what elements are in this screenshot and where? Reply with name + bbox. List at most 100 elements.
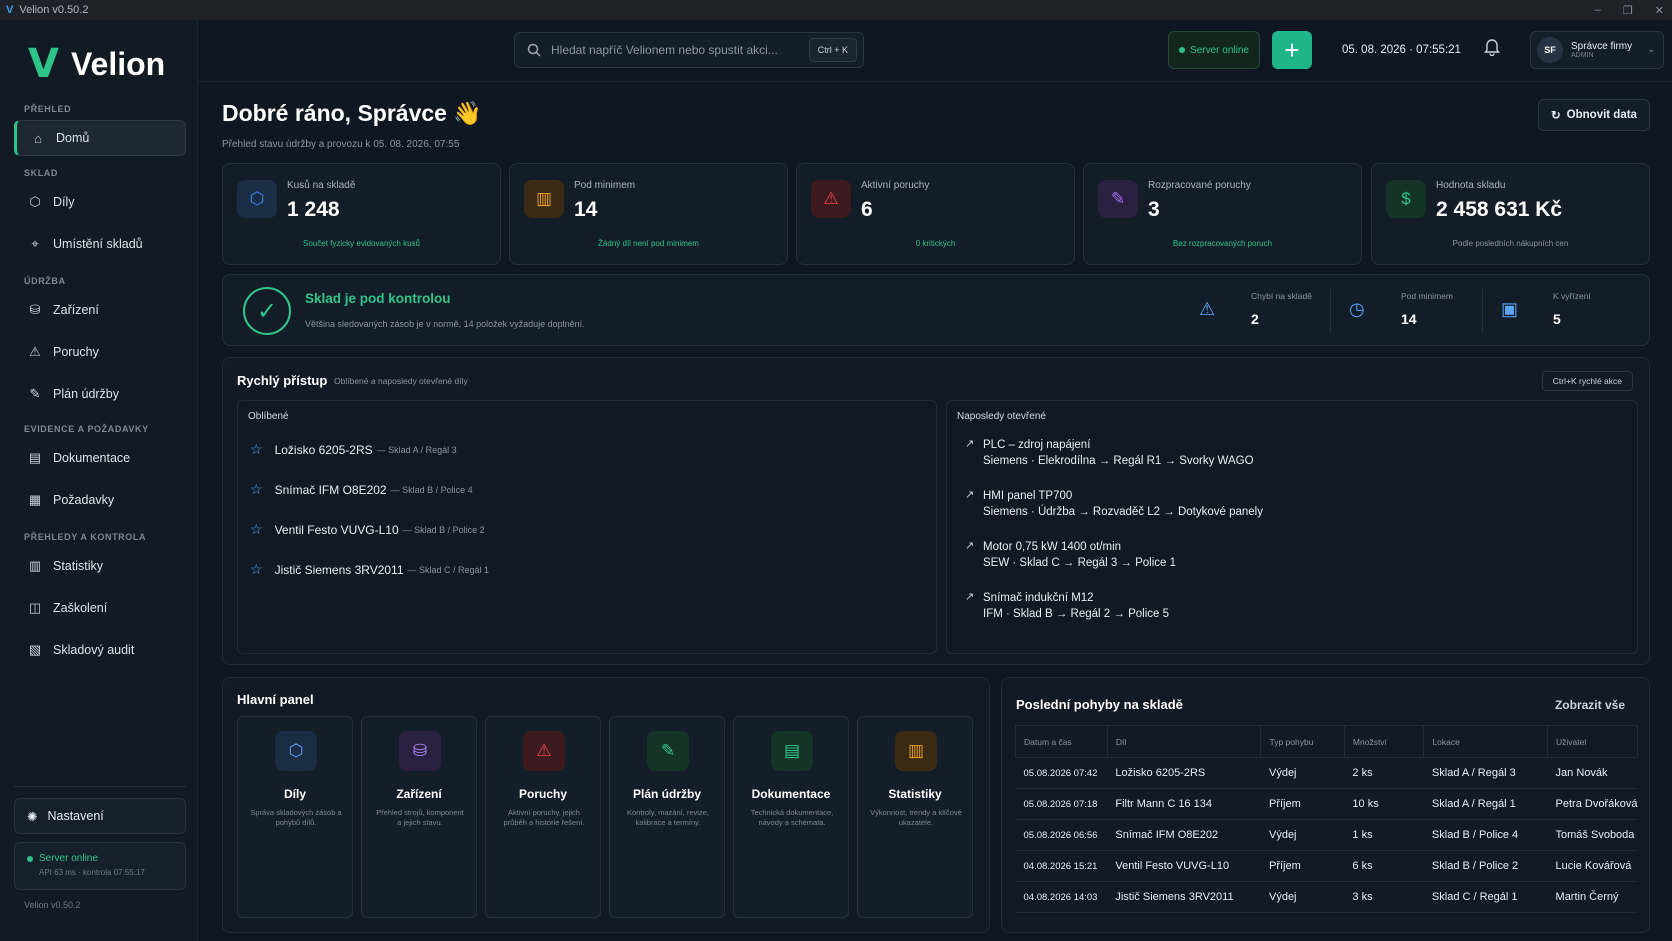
warning-icon: ⚠ — [523, 731, 565, 771]
table-row[interactable]: 05.08.2026 07:42 Ložisko 6205-2RS Výdej 2 k… — [1015, 757, 1638, 789]
sidebar-item-maintenance-plan[interactable]: ✎ Plán údržby — [14, 376, 186, 412]
wave-icon: 👋 — [453, 100, 482, 126]
user-menu[interactable]: SF Správce firmy ADMIN ⌄ — [1530, 31, 1664, 69]
table-row[interactable]: 04.08.2026 14:03 Jistič Siemens 3RV2011 Vý… — [1015, 881, 1638, 913]
kpi-subtext: Součet fyzicky evidovaných kusů — [303, 239, 420, 248]
server-status-box: Server online API 63 ms · kontrola 07:55… — [14, 842, 186, 890]
column-header[interactable]: Uživatel — [1547, 725, 1638, 758]
quick-access-subtitle: Oblíbené a naposledy otevřené díly — [334, 376, 468, 386]
kpi-value: 6 — [861, 198, 873, 221]
favorite-item[interactable]: ☆ Ložisko 6205-2RS — Sklad A / Regál 3 — [250, 441, 457, 458]
column-header[interactable]: Lokace — [1423, 725, 1549, 758]
minimize-button[interactable]: – — [1595, 4, 1601, 16]
tile-bar-chart[interactable]: ▥ Statistiky Výkonnost, trendy a klíčové u… — [857, 716, 973, 918]
sidebar-item-parts[interactable]: ⬡ Díly — [14, 184, 186, 220]
bell-icon — [1484, 39, 1500, 57]
sidebar-item-faults[interactable]: ⚠ Poruchy — [14, 334, 186, 370]
tile-warning[interactable]: ⚠ Poruchy Aktivní poruchy, jejich průběh a… — [485, 716, 601, 918]
sidebar-item-equipment[interactable]: ⛁ Zařízení — [14, 292, 186, 328]
sidebar-item-home[interactable]: ⌂ Domů — [14, 120, 186, 156]
column-header[interactable]: Typ pohybu — [1260, 725, 1345, 758]
status-description: Většina sledovaných zásob je v normě, 14… — [305, 319, 585, 329]
sidebar-item-label: Domů — [56, 131, 90, 145]
greeting-text: Dobré ráno, Správce — [222, 100, 447, 126]
recent-item[interactable]: ↗ Motor 0,75 kW 1400 ot/min SEW · Sklad C … — [965, 539, 1176, 571]
sidebar-item-documentation[interactable]: ▤ Dokumentace — [14, 440, 186, 476]
table-row[interactable]: 05.08.2026 07:18 Filtr Mann C 16 134 Příje… — [1015, 788, 1638, 820]
stat-below-minimum[interactable]: ◷ Pod minimem 14 — [1349, 289, 1469, 333]
sidebar-item-statistics[interactable]: ▥ Statistiky — [14, 548, 186, 584]
show-all-link[interactable]: Zobrazit vše — [1555, 698, 1625, 712]
status-dot-icon — [1179, 47, 1186, 53]
add-button[interactable]: + — [1272, 31, 1312, 69]
stat-missing[interactable]: ⚠ Chybí na skladě 2 — [1199, 289, 1319, 333]
favorite-name: Jistič Siemens 3RV2011 — [274, 562, 404, 577]
notifications-button[interactable] — [1484, 38, 1500, 61]
close-button[interactable]: ✕ — [1655, 4, 1664, 17]
star-icon[interactable]: ☆ — [250, 521, 263, 538]
recent-title: Naposledy otevřené — [957, 411, 1046, 422]
sidebar-item-label: Dokumentace — [53, 451, 131, 465]
kpi-subtext: Podle posledních nákupních cen — [1452, 239, 1569, 248]
sidebar-item-locations[interactable]: ⌖ Umístění skladů — [14, 226, 186, 262]
recent-item[interactable]: ↗ HMI panel TP700 Siemens · Údržba → Rozva… — [965, 488, 1263, 520]
kpi-card[interactable]: ⚠ Aktivní poruchy 6 0 kritických — [796, 163, 1075, 265]
star-icon[interactable]: ☆ — [250, 481, 263, 498]
kpi-card[interactable]: ▥ Pod minimem 14 Žádný díl není pod minimem — [509, 163, 788, 265]
tile-description: Kontroly, mazání, revize, kalibrace a te… — [627, 808, 709, 827]
favorite-location: — Sklad B / Police 2 — [402, 524, 485, 535]
refresh-label: Obnovit data — [1566, 109, 1637, 121]
recent-item[interactable]: ↗ Snímač indukční M12 IFM · Sklad B → Regá… — [965, 590, 1169, 622]
sidebar-item-requests[interactable]: ▦ Požadavky — [14, 482, 186, 518]
restore-button[interactable]: ❐ — [1623, 4, 1633, 17]
tile-wrench[interactable]: ✎ Plán údržby Kontroly, mazání, revize, ka… — [609, 716, 725, 918]
tile-title: Plán údržby — [632, 787, 701, 801]
favorite-item[interactable]: ☆ Ventil Festo VUVG-L10— Sklad B / Police… — [250, 521, 485, 538]
kpi-value: 14 — [574, 198, 598, 221]
sidebar-item-training[interactable]: ◫ Zaškolení — [14, 590, 186, 626]
tile-cube[interactable]: ⬡ Díly Správa skladových zásob a pohybů dí… — [237, 716, 353, 918]
brand[interactable]: V Velion — [28, 44, 165, 84]
kpi-card[interactable]: ✎ Rozpracované poruchy 3 Bez rozpracovaných… — [1083, 163, 1362, 265]
star-icon[interactable]: ☆ — [250, 441, 263, 458]
sidebar-item-label: Statistiky — [53, 559, 104, 573]
kpi-subtext: Bez rozpracovaných poruch — [1172, 239, 1273, 248]
warning-triangle-icon: ⚠ — [1199, 299, 1216, 319]
refresh-button[interactable]: ↻ Obnovit data — [1538, 99, 1650, 131]
favorite-item[interactable]: ☆ Jistič Siemens 3RV2011— Sklad C / Regál… — [250, 561, 489, 578]
stat-to-process[interactable]: ▣ K vyřízení 5 — [1501, 289, 1621, 333]
sidebar-item-audit[interactable]: ▧ Skladový audit — [14, 632, 186, 668]
table-cell: 10 ks — [1344, 788, 1424, 820]
arrow-up-right-icon: ↗ — [965, 489, 975, 501]
table-cell: Příjem — [1260, 788, 1345, 820]
document-icon: ▤ — [28, 450, 42, 465]
main-panel-card: Hlavní panel ⬡ Díly Správa skladových záso… — [222, 677, 990, 933]
table-cell: 6 ks — [1344, 850, 1424, 882]
kpi-card[interactable]: ⬡ Kusů na skladě 1 248 Součet fyzicky evido… — [222, 163, 501, 265]
server-online-badge[interactable]: Server online — [1168, 31, 1260, 69]
tile-title: Díly — [283, 787, 306, 801]
search-input[interactable]: Hledat napříč Velionem nebo spustit akci… — [514, 32, 864, 68]
kpi-card[interactable]: $ Hodnota skladu 2 458 631 Kč Podle posledn… — [1371, 163, 1650, 265]
column-header[interactable]: Datum a čas — [1015, 725, 1108, 758]
datetime: 05. 08. 2026 · 07:55:21 — [1342, 44, 1461, 56]
tile-title: Zařízení — [396, 787, 442, 801]
column-header[interactable]: Díl — [1106, 725, 1262, 758]
quick-actions-shortcut[interactable]: Ctrl+K rychlé akce — [1541, 371, 1633, 391]
column-header[interactable]: Množství — [1343, 725, 1425, 758]
stat-label: Pod minimem — [1401, 291, 1453, 301]
settings-button[interactable]: ✺ Nastavení — [14, 798, 186, 834]
sidebar-item-label: Zaškolení — [53, 601, 108, 615]
stock-status-card: ✓ Sklad je pod kontrolou Většina sledova… — [222, 274, 1650, 346]
table-row[interactable]: 04.08.2026 15:21 Ventil Festo VUVG-L10 Pří… — [1015, 850, 1638, 882]
table-cell: Petra Dvořáková — [1547, 788, 1638, 820]
recent-item[interactable]: ↗ PLC – zdroj napájení Siemens · Elekrodíl… — [965, 437, 1254, 469]
kpi-label: Kusů na skladě — [287, 180, 356, 191]
arrow-up-right-icon: ↗ — [965, 438, 975, 450]
kpi-value: 2 458 631 Kč — [1436, 198, 1563, 221]
star-icon[interactable]: ☆ — [250, 561, 263, 578]
tile-document[interactable]: ▤ Dokumentace Technická dokumentace, návod… — [733, 716, 849, 918]
table-row[interactable]: 05.08.2026 06:56 Snímač IFM O8E202 Výdej 1 … — [1015, 819, 1638, 851]
favorite-item[interactable]: ☆ Snímač IFM O8E202— Sklad B / Police 4 — [250, 481, 473, 498]
tile-machine[interactable]: ⛁ Zařízení Přehled strojů, komponent a jej… — [361, 716, 477, 918]
